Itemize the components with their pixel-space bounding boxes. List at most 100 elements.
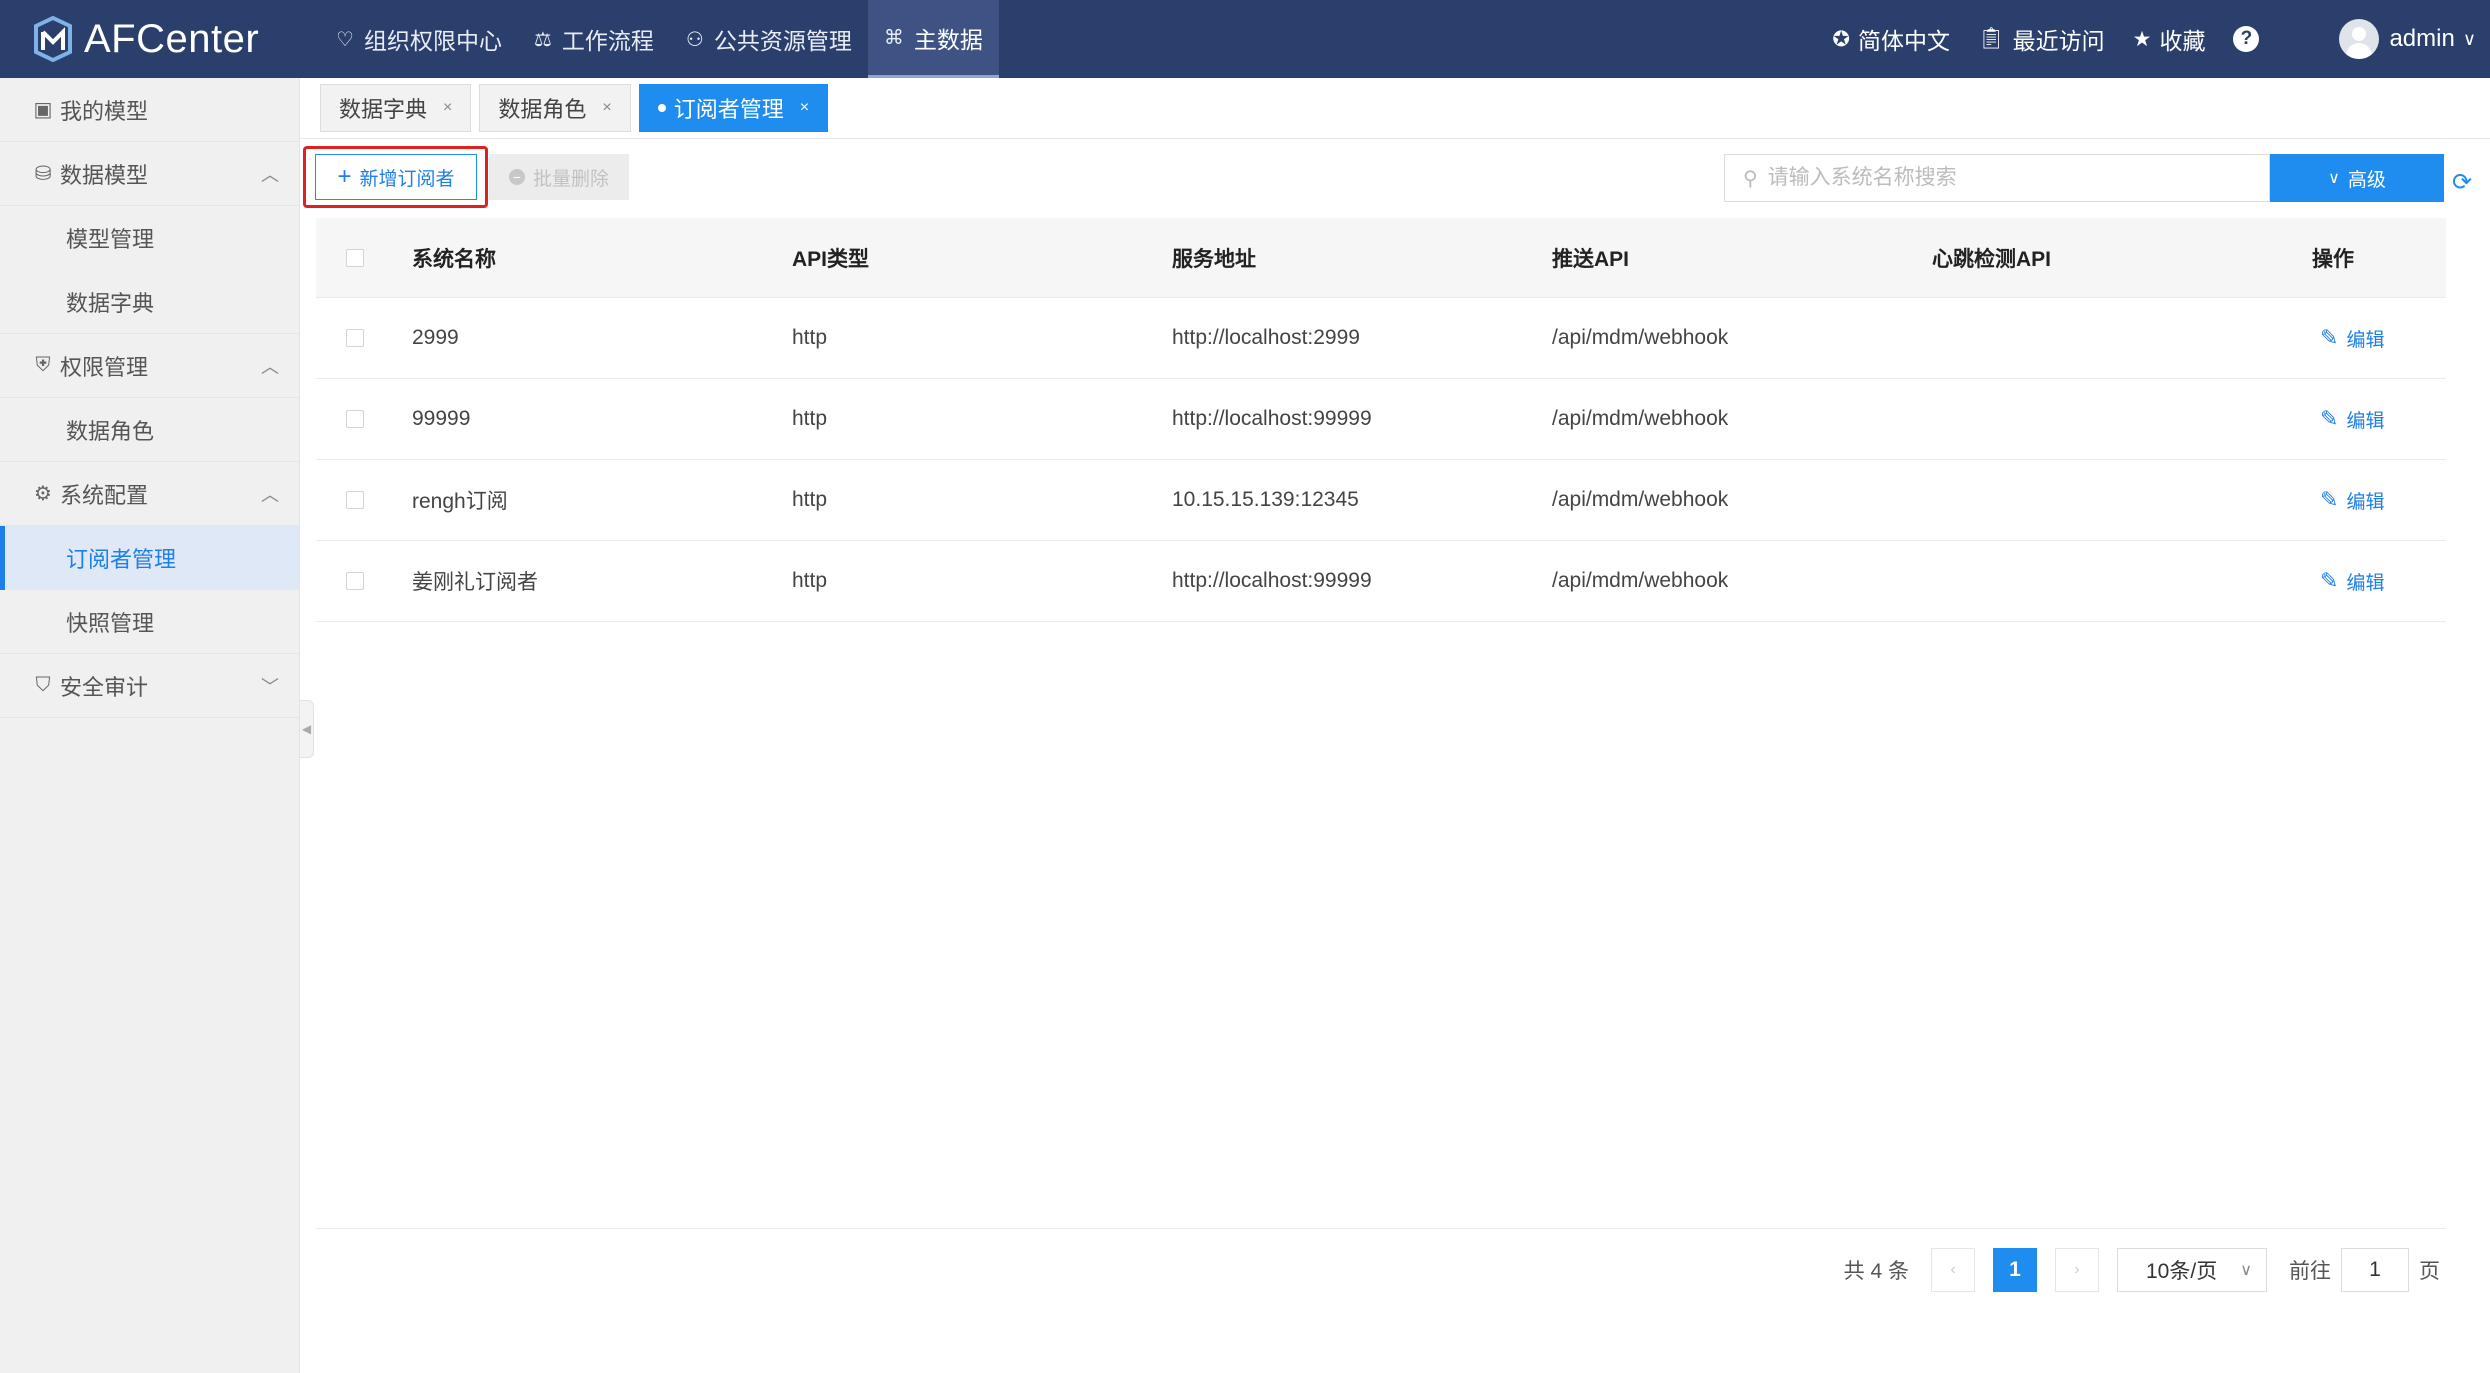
sidebar-item-label: 快照管理: [66, 610, 155, 636]
language-switch[interactable]: ✪ 简体中文: [1832, 22, 1950, 56]
batch-delete-label: 批量删除: [532, 168, 609, 190]
cell-url: http://localhost:99999: [1172, 569, 1372, 592]
row-select-cell: [316, 410, 412, 428]
cell-url: http://localhost:2999: [1172, 326, 1360, 349]
next-page-button[interactable]: ›: [2055, 1248, 2099, 1292]
plus-icon: +: [337, 163, 352, 190]
cell-name: rengh订阅: [412, 490, 508, 513]
page-size-select[interactable]: 10条/页 ∨: [2117, 1248, 2267, 1292]
close-icon[interactable]: ×: [602, 99, 611, 117]
shield-heart-icon: ♡: [336, 28, 354, 51]
database-icon: ⛁: [34, 163, 52, 185]
edit-button[interactable]: ✎ 编辑: [2320, 325, 2384, 352]
tab-subscriber-manage[interactable]: 订阅者管理 ×: [638, 84, 829, 132]
sidebar-item-data-model[interactable]: ⛁ 数据模型 ︿: [0, 142, 299, 206]
sidebar-item-label: 订阅者管理: [66, 547, 177, 572]
minus-circle-icon: −: [508, 169, 525, 185]
chevron-down-icon: ∨: [2328, 170, 2340, 187]
topnav-workflow[interactable]: ⚖ 工作流程: [518, 0, 670, 78]
chevron-up-icon: ︿: [261, 356, 279, 377]
topnav-label: 主数据: [913, 26, 983, 53]
app-logo[interactable]: AFCenter: [0, 0, 320, 78]
edit-icon: ✎: [2320, 568, 2339, 593]
page-number-button[interactable]: 1: [1993, 1248, 2037, 1292]
select-all-checkbox[interactable]: [346, 248, 364, 267]
box-icon: ▣: [33, 99, 53, 121]
col-header-type: API类型: [792, 247, 870, 271]
row-checkbox[interactable]: [346, 410, 364, 428]
sidebar-item-model-manage[interactable]: 模型管理: [0, 206, 299, 270]
tab-data-dict[interactable]: 数据字典 ×: [320, 84, 472, 132]
sidebar-item-security-audit[interactable]: ⛉ 安全审计 ﹀: [0, 654, 299, 718]
topnav-public-resources[interactable]: ⚇ 公共资源管理: [670, 0, 868, 78]
sidebar-item-subscriber-manage[interactable]: 订阅者管理: [0, 526, 299, 590]
cell-op: ✎ 编辑: [2312, 325, 2446, 352]
sidebar-collapse-handle[interactable]: ◀: [300, 700, 314, 758]
help-icon[interactable]: ?: [2233, 26, 2260, 52]
avatar[interactable]: [2339, 19, 2380, 59]
col-header-url: 服务地址: [1172, 247, 1256, 271]
cell-push: /api/mdm/webhook: [1552, 407, 1729, 430]
afcenter-logo-icon: [34, 16, 72, 62]
close-icon[interactable]: ×: [443, 99, 452, 117]
sidebar-item-label: 权限管理: [60, 354, 149, 380]
workflow-icon: ⚖: [533, 28, 552, 51]
add-subscriber-label: 新增订阅者: [359, 168, 455, 190]
refresh-icon[interactable]: ⟳: [2452, 168, 2472, 197]
recent-visits[interactable]: 📋︎ 最近访问: [1978, 22, 2105, 56]
sidebar-item-data-dict[interactable]: 数据字典: [0, 270, 299, 334]
edit-button[interactable]: ✎ 编辑: [2320, 406, 2384, 433]
tab-data-role[interactable]: 数据角色 ×: [479, 84, 631, 132]
cell-op: ✎ 编辑: [2312, 568, 2446, 595]
edit-label: 编辑: [2346, 572, 2385, 594]
sidebar-item-label: 我的模型: [60, 98, 149, 124]
page-tabs: 数据字典 × 数据角色 × 订阅者管理 ×: [320, 84, 836, 132]
topnav-label: 公共资源管理: [713, 28, 852, 54]
sidebar-item-system-config[interactable]: ⚙ 系统配置 ︿: [0, 462, 299, 526]
advanced-label: 高级: [2347, 169, 2386, 191]
edit-button[interactable]: ✎ 编辑: [2320, 568, 2384, 595]
topnav-org-permission[interactable]: ♡ 组织权限中心: [320, 0, 518, 78]
col-header-heartbeat: 心跳检测API: [1932, 247, 2052, 271]
row-checkbox[interactable]: [346, 491, 364, 509]
search-icon: ⚲: [1743, 167, 1758, 190]
col-header-push: 推送API: [1552, 247, 1630, 271]
batch-delete-button[interactable]: − 批量删除: [489, 154, 629, 200]
sidebar: ▣ 我的模型 ⛁ 数据模型 ︿ 模型管理 数据字典 ⛨ 权限管理 ︿ 数据角色 …: [0, 78, 300, 1373]
select-all-cell: [316, 248, 412, 267]
sidebar-item-snapshot-manage[interactable]: 快照管理: [0, 590, 299, 654]
cell-type: http: [792, 407, 828, 430]
search-input[interactable]: [1767, 166, 2248, 190]
prev-page-button[interactable]: ‹: [1931, 1248, 1975, 1292]
header-right: ✪ 简体中文 📋︎ 最近访问 ★ 收藏 ? admin ∨: [1832, 0, 2490, 78]
edit-button[interactable]: ✎ 编辑: [2320, 487, 2384, 514]
cell-url: http://localhost:99999: [1172, 407, 1372, 430]
clipboard-icon: 📋︎: [1977, 27, 2005, 50]
row-checkbox[interactable]: [346, 572, 364, 590]
edit-icon: ✎: [2320, 406, 2339, 431]
security-shield-icon: ⛉: [35, 674, 51, 696]
row-checkbox[interactable]: [346, 329, 364, 347]
chevron-down-icon: ∨: [2240, 1262, 2252, 1279]
cell-type: http: [792, 488, 828, 511]
add-subscriber-button[interactable]: + 新增订阅者: [315, 154, 477, 200]
chevron-left-icon: ◀: [301, 722, 312, 736]
favorites[interactable]: ★ 收藏: [2133, 22, 2206, 56]
sidebar-item-data-role[interactable]: 数据角色: [0, 398, 299, 462]
sidebar-item-label: 数据角色: [66, 418, 155, 444]
advanced-search-button[interactable]: ∨ 高级: [2270, 154, 2444, 202]
favorites-label: 收藏: [2159, 28, 2206, 54]
topnav-master-data[interactable]: ⌘ 主数据: [867, 0, 999, 78]
cell-type: http: [792, 569, 828, 592]
user-name[interactable]: admin: [2389, 25, 2454, 53]
cell-push: /api/mdm/webhook: [1552, 326, 1729, 349]
sidebar-item-label: 数据模型: [60, 162, 149, 188]
sidebar-item-my-models[interactable]: ▣ 我的模型: [0, 78, 299, 142]
chevron-up-icon: ︿: [261, 484, 279, 505]
topnav-label: 工作流程: [561, 28, 654, 54]
sidebar-item-permission[interactable]: ⛨ 权限管理 ︿: [0, 334, 299, 398]
close-icon[interactable]: ×: [800, 99, 809, 117]
goto-page-input[interactable]: [2341, 1248, 2409, 1292]
chevron-down-icon[interactable]: ∨: [2463, 29, 2476, 50]
data-icon: ⌘: [883, 27, 904, 49]
